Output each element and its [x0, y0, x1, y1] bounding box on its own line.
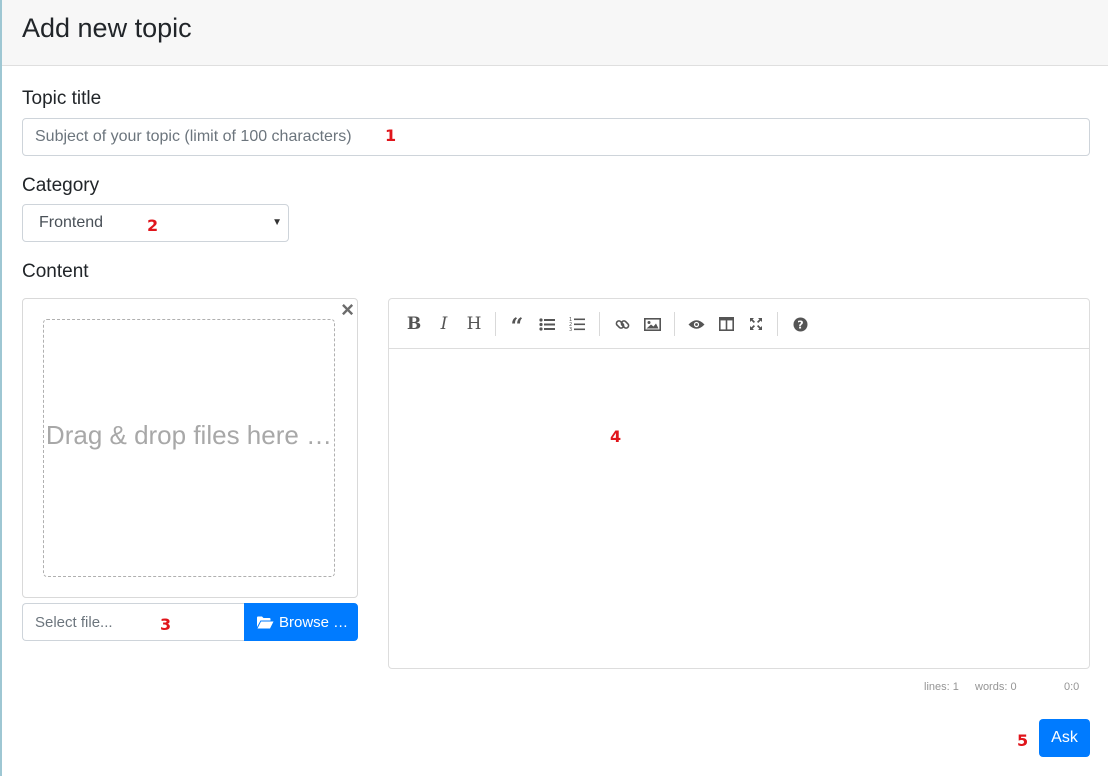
content-label: Content	[22, 261, 89, 282]
heading-icon[interactable]: H	[463, 313, 485, 335]
toolbar-separator	[495, 312, 496, 336]
page-title: Add new topic	[22, 13, 192, 43]
topic-title-input[interactable]: Subject of your topic (limit of 100 char…	[22, 118, 1090, 156]
svg-text:3: 3	[569, 327, 572, 331]
file-name-input[interactable]: Select file...	[22, 603, 245, 641]
quote-icon[interactable]: “	[506, 313, 528, 340]
dropdown-caret-icon: ▼	[272, 217, 282, 228]
annotation-marker-5: 5	[1017, 731, 1029, 750]
annotation-marker-4: 4	[610, 427, 622, 446]
page-header: Add new topic	[2, 0, 1108, 66]
ordered-list-icon[interactable]: 123	[566, 313, 588, 335]
annotation-marker-2: 2	[147, 216, 159, 235]
topic-title-label: Topic title	[22, 88, 102, 109]
browse-button[interactable]: Browse …	[244, 603, 358, 641]
help-icon[interactable]: ?	[789, 313, 811, 335]
file-dropzone[interactable]: Drag & drop files here …	[43, 319, 335, 577]
image-icon[interactable]	[641, 313, 663, 335]
browse-button-label: Browse …	[279, 614, 349, 631]
file-name-placeholder: Select file...	[35, 614, 113, 631]
toolbar-separator	[599, 312, 600, 336]
fullscreen-icon[interactable]	[745, 313, 767, 335]
close-icon[interactable]: ×	[341, 297, 354, 323]
ask-button[interactable]: Ask	[1039, 719, 1090, 757]
unordered-list-icon[interactable]	[536, 313, 558, 335]
annotation-marker-1: 1	[385, 126, 397, 145]
bold-icon[interactable]: B	[403, 313, 425, 335]
category-label: Category	[22, 175, 100, 196]
preview-icon[interactable]	[685, 313, 707, 335]
file-drop-panel: × Drag & drop files here …	[22, 297, 358, 598]
category-selected-value: Frontend	[39, 214, 104, 231]
status-words: words: 0	[975, 681, 1017, 693]
topic-title-placeholder: Subject of your topic (limit of 100 char…	[35, 128, 352, 145]
editor-toolbar: B I H “ 123 ?	[389, 299, 1089, 349]
folder-open-icon	[257, 616, 274, 629]
svg-text:?: ?	[797, 318, 803, 331]
ask-button-label: Ask	[1051, 729, 1078, 746]
link-icon[interactable]	[611, 313, 633, 335]
toolbar-separator	[777, 312, 778, 336]
status-cursor: 0:0	[1064, 681, 1080, 693]
markdown-editor[interactable]: B I H “ 123 ? 4	[388, 298, 1090, 669]
toolbar-separator	[674, 312, 675, 336]
status-lines: lines: 1	[924, 681, 959, 693]
page-left-border	[0, 0, 2, 776]
side-by-side-icon[interactable]	[715, 313, 737, 335]
italic-icon[interactable]: I	[433, 313, 455, 335]
dropzone-text: Drag & drop files here …	[45, 420, 333, 450]
annotation-marker-3: 3	[160, 615, 172, 634]
